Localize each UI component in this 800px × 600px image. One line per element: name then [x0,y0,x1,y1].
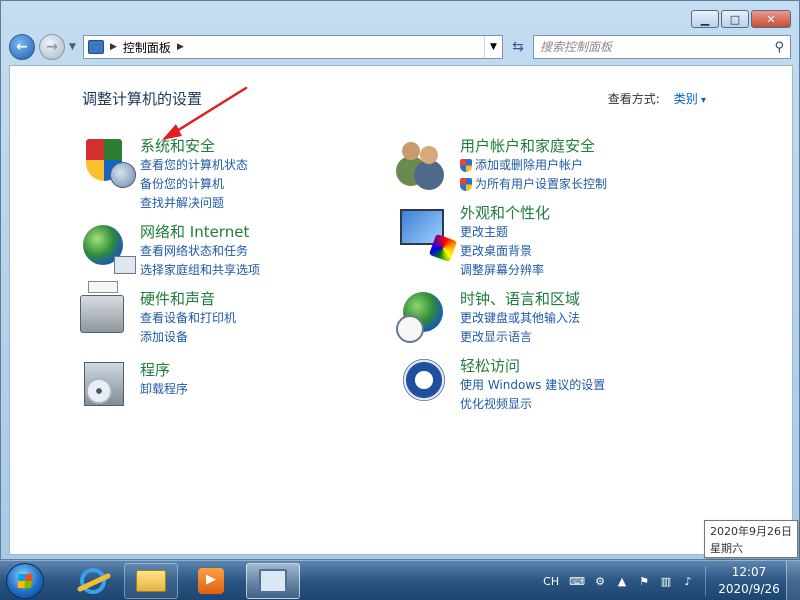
link-add-remove-accounts[interactable]: 添加或删除用户帐户 [460,156,607,175]
taskbar-internet-explorer[interactable] [66,563,120,599]
network-icon[interactable]: ▥ [659,571,673,591]
link-adjust-resolution[interactable]: 调整屏幕分辨率 [460,261,550,280]
printer-icon[interactable] [80,289,128,337]
category-title-system-security[interactable]: 系统和安全 [140,136,248,156]
link-optimize-display[interactable]: 优化视频显示 [460,395,605,414]
keyboard-icon[interactable]: ⌨ [569,571,585,591]
clock-time: 12:07 [731,565,767,579]
link-troubleshoot[interactable]: 查找并解决问题 [140,194,248,213]
system-tray: CH ⌨ ⚙ ▲ ⚑ ▥ ♪ 12:07 2020/9/26 [543,561,800,600]
page-title: 调整计算机的设置 [82,90,203,108]
link-add-remove-accounts-label: 添加或删除用户帐户 [475,158,584,172]
volume-icon[interactable]: ♪ [681,571,695,591]
link-change-desktop-background[interactable]: 更改桌面背景 [460,242,550,261]
view-mode-dropdown[interactable]: 类别 [674,90,706,107]
taskbar-media-player[interactable] [184,563,238,599]
link-backup-computer[interactable]: 备份您的计算机 [140,175,248,194]
link-add-device[interactable]: 添加设备 [140,328,236,347]
category-title-ease-of-access[interactable]: 轻松访问 [460,356,605,376]
clock[interactable]: 12:07 2020/9/26 [712,564,786,598]
network-globe-icon[interactable] [80,222,128,270]
navigation-bar: ← → ▼ ▶ 控制面板 ▶ ▼ ⇆ ⚲ [9,33,791,61]
uac-shield-icon [460,178,472,191]
users-icon[interactable] [400,136,448,184]
search-input[interactable] [540,40,775,54]
ease-of-access-icon[interactable] [400,356,448,404]
view-mode: 查看方式: 类别 [608,90,706,107]
category-system-security: 系统和安全 查看您的计算机状态 备份您的计算机 查找并解决问题 [80,136,248,213]
link-change-theme[interactable]: 更改主题 [460,223,550,242]
clock-date: 2020/9/26 [718,582,780,596]
clock-globe-icon[interactable] [400,289,448,337]
caption-buttons: ▁ □ ✕ [691,10,791,28]
category-title-appearance[interactable]: 外观和个性化 [460,203,550,223]
link-homegroup-sharing[interactable]: 选择家庭组和共享选项 [140,261,260,280]
forward-button[interactable]: → [39,34,65,60]
search-box[interactable]: ⚲ [533,35,791,59]
link-devices-printers[interactable]: 查看设备和打印机 [140,309,236,328]
link-parental-controls[interactable]: 为所有用户设置家长控制 [460,175,607,194]
content-pane: 调整计算机的设置 查看方式: 类别 系统和安全 查看您的计算机状态 备份您的计算… [9,65,793,555]
category-appearance: 外观和个性化 更改主题 更改桌面背景 调整屏幕分辨率 [400,203,550,280]
uac-shield-icon [460,159,472,172]
media-player-icon [198,568,224,594]
date-tooltip: 2020年9月26日 星期六 [704,520,798,558]
minimize-button[interactable]: ▁ [691,10,719,28]
category-title-clock-language[interactable]: 时钟、语言和区域 [460,289,580,309]
tray-divider [705,566,706,596]
link-view-network-status[interactable]: 查看网络状态和任务 [140,242,260,261]
recent-pages-dropdown[interactable]: ▼ [69,42,79,52]
category-programs: 程序 卸载程序 [80,360,188,408]
internet-explorer-icon [80,568,106,594]
category-clock-language: 时钟、语言和区域 更改键盘或其他输入法 更改显示语言 [400,289,580,347]
taskbar-file-explorer[interactable] [124,563,178,599]
category-hardware-sound: 硬件和声音 查看设备和打印机 添加设备 [80,289,236,347]
category-title-hardware[interactable]: 硬件和声音 [140,289,236,309]
show-hidden-icons-icon[interactable]: ▲ [615,571,629,591]
taskbar-control-panel[interactable] [246,563,300,599]
link-change-keyboard[interactable]: 更改键盘或其他输入法 [460,309,580,328]
link-change-display-language[interactable]: 更改显示语言 [460,328,580,347]
refresh-button[interactable]: ⇆ [507,35,529,59]
back-button[interactable]: ← [9,34,35,60]
control-panel-icon [88,40,104,54]
breadcrumb-chevron-icon[interactable]: ▶ [177,42,184,52]
maximize-button[interactable]: □ [721,10,749,28]
category-title-programs[interactable]: 程序 [140,360,188,380]
category-network-internet: 网络和 Internet 查看网络状态和任务 选择家庭组和共享选项 [80,222,260,280]
control-panel-window: ▁ □ ✕ ← → ▼ ▶ 控制面板 ▶ ▼ ⇆ ⚲ 调整计算机的设置 查看方式… [0,0,800,560]
link-parental-controls-label: 为所有用户设置家长控制 [475,177,608,191]
link-recommended-settings[interactable]: 使用 Windows 建议的设置 [460,376,605,395]
address-bar[interactable]: ▶ 控制面板 ▶ ▼ [83,35,503,59]
address-dropdown-icon[interactable]: ▼ [484,36,502,58]
action-center-flag-icon[interactable]: ⚑ [637,571,651,591]
breadcrumb-control-panel[interactable]: 控制面板 [123,39,171,56]
control-panel-icon [259,569,287,593]
category-user-accounts: 用户帐户和家庭安全 添加或删除用户帐户 为所有用户设置家长控制 [400,136,607,194]
breadcrumb-separator-icon[interactable]: ▶ [110,42,117,52]
input-language-indicator[interactable]: CH [543,575,559,588]
view-mode-label: 查看方式: [607,92,660,106]
link-view-computer-status[interactable]: 查看您的计算机状态 [140,156,248,175]
taskbar: CH ⌨ ⚙ ▲ ⚑ ▥ ♪ 12:07 2020/9/26 [0,560,800,600]
category-ease-of-access: 轻松访问 使用 Windows 建议的设置 优化视频显示 [400,356,605,414]
category-title-network[interactable]: 网络和 Internet [140,222,260,242]
close-button[interactable]: ✕ [751,10,791,28]
appearance-icon[interactable] [400,203,448,251]
ime-settings-icon[interactable]: ⚙ [593,571,607,591]
search-icon[interactable]: ⚲ [774,40,784,55]
show-desktop-button[interactable] [786,561,800,600]
folder-icon [136,570,166,592]
tooltip-date: 2020年9月26日 [710,525,792,538]
system-security-icon[interactable] [80,136,128,184]
start-button[interactable] [6,563,44,599]
link-uninstall-program[interactable]: 卸载程序 [140,380,188,399]
tooltip-weekday: 星期六 [710,542,743,555]
programs-icon[interactable] [80,360,128,408]
category-title-user-accounts[interactable]: 用户帐户和家庭安全 [460,136,607,156]
